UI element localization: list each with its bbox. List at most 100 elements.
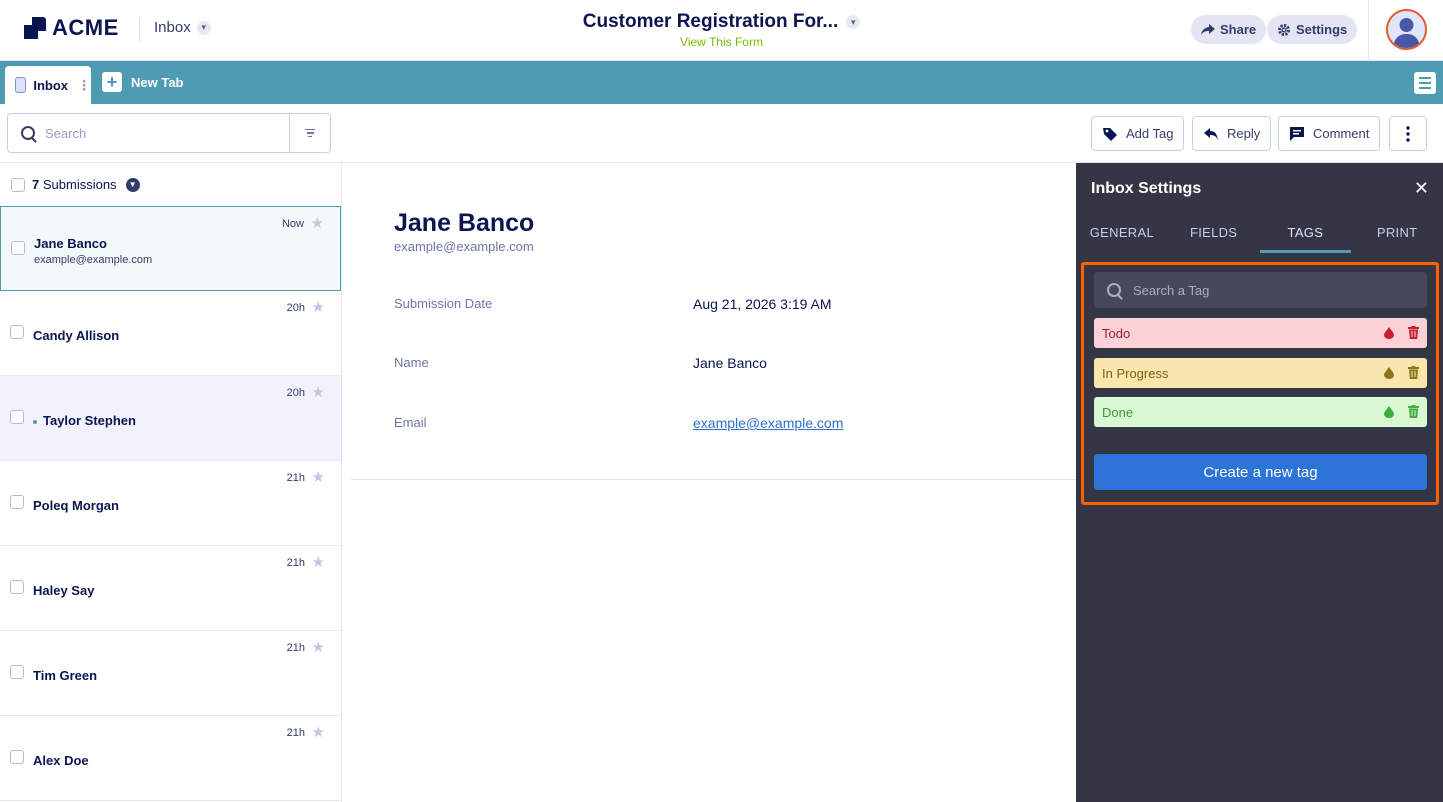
tag-search-box: [1094, 272, 1427, 308]
tab-bar: Inbox ⋮ + New Tab: [0, 61, 1443, 104]
submitter-name: Alex Doe: [33, 753, 89, 768]
kebab-icon: [1406, 125, 1410, 142]
tag-label: Done: [1102, 404, 1134, 420]
star-icon[interactable]: ★: [312, 298, 325, 316]
star-icon[interactable]: ★: [312, 723, 325, 741]
search-box: [7, 113, 331, 153]
divider: [351, 479, 1076, 480]
chevron-down-icon: ▾: [846, 15, 861, 29]
hamburger-menu-button[interactable]: [1414, 72, 1436, 94]
list-item[interactable]: Haley Say 21h ★: [0, 546, 341, 631]
settings-button[interactable]: Settings: [1267, 15, 1358, 44]
tab-fields[interactable]: FIELDS: [1168, 219, 1260, 253]
submission-time: Now: [281, 218, 304, 230]
close-icon[interactable]: ✕: [1414, 178, 1429, 199]
tag-item[interactable]: In Progress: [1094, 358, 1427, 388]
top-header: ACME Inbox ▾ Customer Registration For..…: [0, 0, 1443, 61]
search-icon: [21, 126, 35, 140]
inbox-settings-panel: Inbox Settings ✕ GENERAL FIELDS TAGS PRI…: [1076, 163, 1443, 802]
list-item[interactable]: Candy Allison 20h ★: [0, 291, 341, 376]
header-divider: [1368, 0, 1369, 61]
submitter-name: Haley Say: [33, 583, 95, 598]
row-checkbox[interactable]: [10, 750, 24, 764]
row-checkbox[interactable]: [10, 665, 24, 679]
color-drop-icon[interactable]: [1384, 405, 1394, 418]
chevron-down-icon[interactable]: ▼: [125, 177, 140, 192]
field-value: Jane Banco: [693, 355, 767, 371]
tab-tags[interactable]: TAGS: [1259, 219, 1352, 253]
submission-time: 21h: [286, 642, 305, 654]
star-icon[interactable]: ★: [312, 383, 325, 401]
inbox-tab-icon: [15, 77, 27, 93]
submitter-name: Taylor Stephen: [33, 413, 136, 428]
tab-inbox[interactable]: Inbox ⋮: [5, 66, 91, 104]
create-tag-button[interactable]: Create a new tag: [1094, 454, 1427, 490]
star-icon[interactable]: ★: [312, 638, 325, 656]
row-checkbox[interactable]: [11, 241, 25, 255]
row-checkbox[interactable]: [10, 410, 24, 424]
tab-print[interactable]: PRINT: [1351, 219, 1443, 253]
settings-label: Settings: [1296, 22, 1348, 37]
submission-time: 21h: [286, 727, 305, 739]
submission-detail: Jane Banco example@example.com Submissio…: [342, 163, 1076, 802]
new-tab-button[interactable]: + New Tab: [102, 72, 184, 92]
plus-icon: +: [102, 72, 122, 92]
trash-icon[interactable]: [1408, 366, 1419, 379]
gear-icon: [1278, 23, 1290, 36]
tag-label: Todo: [1102, 325, 1131, 341]
star-icon[interactable]: ★: [312, 553, 325, 571]
list-item[interactable]: Alex Doe 21h ★: [0, 716, 341, 801]
submission-time: 20h: [286, 387, 305, 399]
tag-icon: [1103, 127, 1117, 141]
row-checkbox[interactable]: [10, 325, 24, 339]
comment-button[interactable]: Comment: [1278, 116, 1381, 151]
filter-button[interactable]: [289, 114, 330, 152]
submission-time: 20h: [286, 302, 305, 314]
unread-dot: [33, 419, 37, 424]
submitter-name: Jane Banco: [34, 236, 107, 251]
list-header: 7 Submissions ▼: [0, 163, 341, 206]
star-icon[interactable]: ★: [312, 468, 325, 486]
form-title[interactable]: Customer Registration For... ▾: [582, 11, 861, 33]
field-label: Submission Date: [394, 296, 493, 311]
new-tab-label: New Tab: [131, 74, 184, 90]
submitter-email: example@example.com: [34, 254, 153, 266]
share-button[interactable]: Share: [1191, 15, 1267, 44]
user-avatar-icon: [1393, 18, 1420, 48]
more-options-button[interactable]: [1389, 116, 1427, 151]
reply-label: Reply: [1227, 126, 1261, 141]
tab-inbox-label: Inbox: [33, 77, 68, 93]
field-label: Name: [394, 355, 429, 370]
add-tag-label: Add Tag: [1126, 126, 1174, 141]
search-input[interactable]: [45, 125, 275, 141]
tag-search-input[interactable]: [1133, 282, 1413, 298]
submitter-name: Tim Green: [33, 668, 98, 683]
color-drop-icon[interactable]: [1384, 366, 1394, 379]
row-checkbox[interactable]: [10, 495, 24, 509]
avatar[interactable]: [1386, 9, 1427, 50]
list-item[interactable]: Poleq Morgan 21h ★: [0, 461, 341, 546]
list-item[interactable]: Taylor Stephen 20h ★: [0, 376, 341, 461]
reply-button[interactable]: Reply: [1192, 116, 1272, 151]
trash-icon[interactable]: [1408, 326, 1419, 339]
tag-item[interactable]: Todo: [1094, 318, 1427, 348]
tags-section: Todo In Progress Done Create a new tag: [1081, 262, 1439, 505]
tab-options-icon[interactable]: ⋮: [77, 77, 91, 94]
select-all-checkbox[interactable]: [11, 177, 25, 192]
list-item[interactable]: Jane Banco example@example.com Now ★: [0, 206, 341, 291]
add-tag-button[interactable]: Add Tag: [1091, 116, 1185, 151]
tag-item[interactable]: Done: [1094, 397, 1427, 427]
settings-tabs: GENERAL FIELDS TAGS PRINT: [1076, 219, 1443, 253]
share-label: Share: [1220, 22, 1257, 37]
reply-icon: [1204, 127, 1218, 140]
row-checkbox[interactable]: [10, 580, 24, 594]
panel-title: Inbox Settings: [1091, 180, 1202, 197]
color-drop-icon[interactable]: [1384, 326, 1394, 339]
star-icon[interactable]: ★: [311, 214, 324, 232]
detail-email: example@example.com: [394, 239, 534, 254]
trash-icon[interactable]: [1408, 405, 1419, 418]
form-title-text: Customer Registration For...: [582, 11, 839, 32]
tab-general[interactable]: GENERAL: [1076, 219, 1168, 253]
email-link[interactable]: example@example.com: [693, 415, 843, 431]
list-item[interactable]: Tim Green 21h ★: [0, 631, 341, 716]
